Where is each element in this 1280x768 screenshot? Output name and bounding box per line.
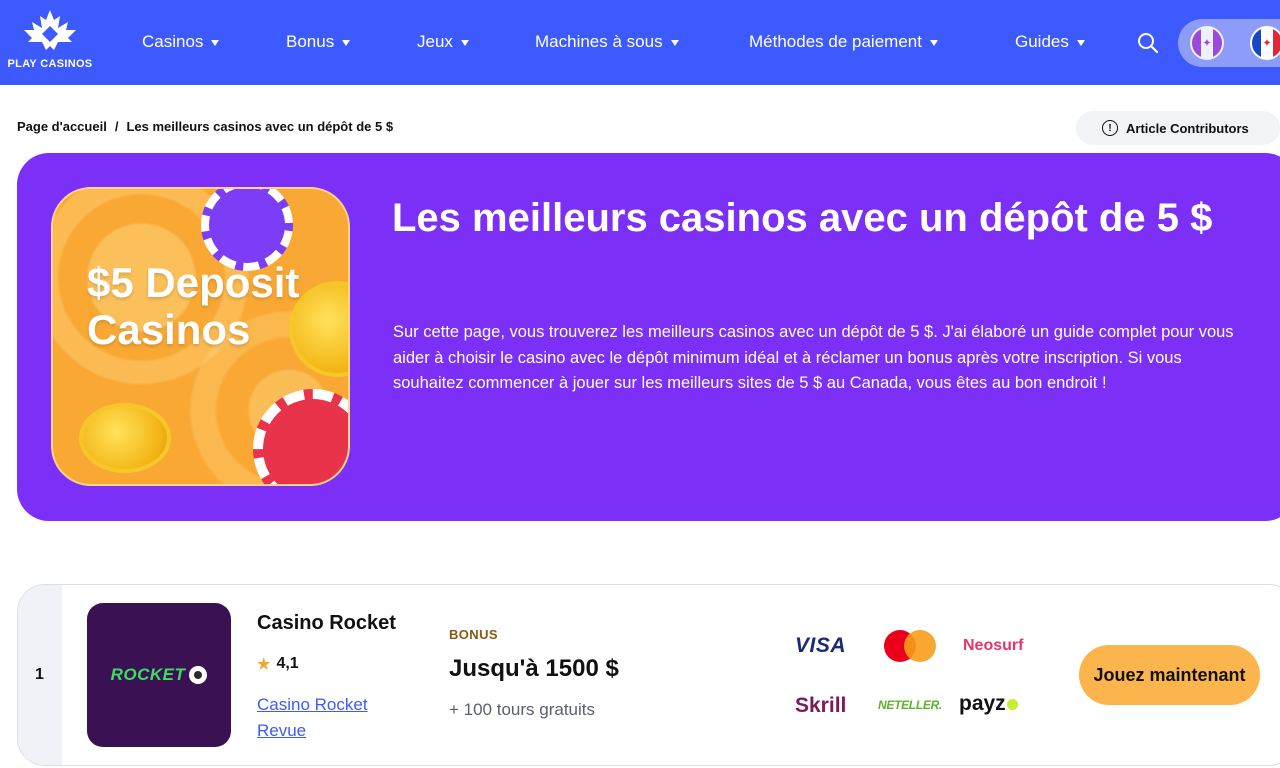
hero-description: Sur cette page, vous trouverez les meill… bbox=[393, 323, 1234, 392]
flag-canada-french-icon[interactable]: ✦ bbox=[1190, 26, 1224, 60]
nav-jeux-label: Jeux bbox=[417, 32, 453, 51]
visa-logo: VISA bbox=[795, 634, 847, 657]
top-navigation: PLAY CASINOS Casinos Bonus Jeux Machines… bbox=[0, 0, 1280, 85]
article-contributors-label: Article Contributors bbox=[1126, 120, 1249, 136]
hero-image: $5 Deposit Casinos bbox=[51, 187, 350, 486]
payz-dot-icon bbox=[1006, 699, 1018, 710]
breadcrumb: Page d'accueil / Les meilleurs casinos a… bbox=[17, 119, 393, 134]
bonus-label: BONUS bbox=[449, 627, 498, 642]
search-icon[interactable] bbox=[1136, 31, 1160, 55]
casino-logo[interactable]: ROCKET bbox=[87, 603, 231, 747]
chevron-down-icon bbox=[342, 40, 351, 46]
page-title: Les meilleurs casinos avec un dépôt de 5… bbox=[392, 196, 1213, 240]
chevron-down-icon bbox=[670, 40, 679, 46]
chevron-down-icon bbox=[211, 40, 220, 46]
logo-text: PLAY CASINOS bbox=[7, 58, 93, 70]
neosurf-logo: Neosurf bbox=[963, 637, 1024, 654]
nav-methodes-paiement[interactable]: Méthodes de paiement bbox=[749, 32, 938, 52]
gold-coin-icon bbox=[79, 403, 171, 473]
breadcrumb-separator: / bbox=[114, 119, 119, 134]
nav-methodes-label: Méthodes de paiement bbox=[749, 32, 922, 51]
nav-casinos-label: Casinos bbox=[142, 32, 204, 51]
rocket-icon bbox=[189, 666, 208, 684]
nav-casinos[interactable]: Casinos bbox=[142, 32, 220, 52]
nav-machines-label: Machines à sous bbox=[535, 32, 663, 51]
payz-text: payz bbox=[959, 692, 1006, 715]
neteller-logo: NETELLER. bbox=[878, 698, 942, 712]
flag-canada-icon[interactable]: ✦ bbox=[1250, 26, 1280, 60]
breadcrumb-home-link[interactable]: Page d'accueil bbox=[17, 119, 107, 134]
site-logo[interactable]: PLAY CASINOS bbox=[0, 8, 100, 76]
nav-machines-a-sous[interactable]: Machines à sous bbox=[535, 32, 679, 52]
casino-rank: 1 bbox=[35, 666, 44, 683]
star-icon: ★ bbox=[257, 656, 271, 673]
mastercard-icon bbox=[884, 630, 936, 662]
chevron-down-icon bbox=[460, 40, 469, 46]
play-now-button[interactable]: Jouez maintenant bbox=[1079, 645, 1260, 705]
article-contributors-button[interactable]: ! Article Contributors bbox=[1076, 111, 1280, 145]
nav-bonus[interactable]: Bonus bbox=[286, 32, 351, 52]
casino-review-link[interactable]: Casino Rocket Revue bbox=[257, 692, 407, 744]
casino-logo-text: ROCKET bbox=[110, 665, 186, 684]
skrill-logo: Skrill bbox=[795, 694, 847, 717]
bonus-value: Jusqu'à 1500 $ bbox=[449, 655, 619, 682]
breadcrumb-current: Les meilleurs casinos avec un dépôt de 5… bbox=[126, 119, 394, 134]
payz-logo: payz bbox=[959, 692, 1018, 716]
nav-guides-label: Guides bbox=[1015, 32, 1069, 51]
nav-bonus-label: Bonus bbox=[286, 32, 335, 51]
hero-image-text: $5 Deposit Casinos bbox=[87, 259, 300, 353]
rating-value: 4,1 bbox=[276, 655, 299, 672]
info-icon: ! bbox=[1102, 120, 1118, 136]
casino-name: Casino Rocket bbox=[257, 612, 396, 634]
chevron-down-icon bbox=[929, 40, 938, 46]
bonus-extra: + 100 tours gratuits bbox=[449, 700, 596, 719]
chevron-down-icon bbox=[1076, 40, 1085, 46]
nav-jeux[interactable]: Jeux bbox=[417, 32, 469, 52]
maple-leaf-icon bbox=[24, 10, 76, 50]
casino-rating: ★ 4,1 bbox=[257, 655, 299, 673]
nav-guides[interactable]: Guides bbox=[1015, 32, 1085, 52]
